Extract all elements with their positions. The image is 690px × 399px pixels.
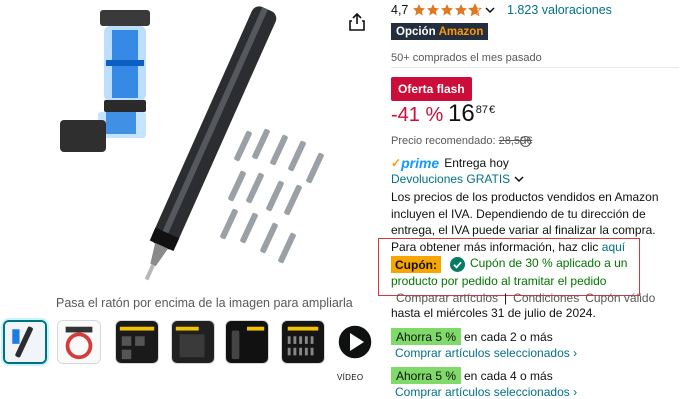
bought-last-month: 50+ comprados el mes pasado (391, 52, 542, 64)
screwdriver-image (60, 6, 324, 281)
save-badge-2: Ahorra 5 % (391, 367, 462, 384)
prime-check-icon: ✓ (391, 156, 402, 170)
thumbnail-4[interactable] (171, 320, 215, 364)
thumbnail-6[interactable] (281, 320, 325, 364)
divider (391, 67, 679, 68)
discount-percent: -41 % (391, 104, 444, 126)
video-thumbnail[interactable] (333, 320, 377, 364)
free-returns-link[interactable]: Devoluciones GRATIS (391, 172, 524, 186)
save-desc-1: en cada 2 o más (464, 330, 553, 344)
conditions-link[interactable]: Condiciones (513, 291, 579, 305)
prime-delivery: ✓ prime Entrega hoy (391, 155, 509, 171)
zoom-hint: Pasa el ratón por encima de la imagen pa… (56, 296, 353, 310)
star-icon (413, 4, 426, 16)
ratings-count-link[interactable]: 1.823 valoraciones (507, 3, 612, 17)
thumbnail-1[interactable] (3, 320, 47, 364)
save-badge-1: Ahorra 5 % (391, 328, 462, 345)
separator: | (504, 291, 508, 305)
rating-value: 4,7 (391, 3, 409, 17)
coupon-checked-icon[interactable] (450, 257, 465, 272)
flash-deal-badge: Oferta flash (391, 77, 472, 101)
shop-selected-items-link-2[interactable]: Comprar artículos seleccionados › (395, 385, 577, 399)
coupon-terms: Comparar artículos | Condiciones Cupón v… (396, 291, 655, 305)
chevron-down-icon (514, 173, 524, 185)
price-integer: 16 (448, 100, 475, 127)
coupon-valid-until: hasta el miércoles 31 de julio de 2024. (391, 306, 596, 320)
chevron-down-icon[interactable] (485, 4, 495, 16)
star-icon (455, 4, 468, 16)
price-decimal: 87 (475, 104, 488, 116)
price: 16 87 € (448, 102, 495, 126)
returns-label: Devoluciones GRATIS (391, 172, 511, 186)
thumbnail-3[interactable] (115, 320, 159, 364)
badge-brand: Amazon (438, 25, 484, 38)
star-icon (441, 4, 454, 16)
video-label: VÍDEO (337, 373, 364, 382)
recommended-price: Precio recomendado: 28,59€ (391, 135, 532, 147)
thumbnail-5[interactable] (225, 320, 269, 364)
shop-selected-items-link-1[interactable]: Comprar artículos seleccionados › (395, 346, 577, 360)
recommended-label: Precio recomendado: (391, 135, 496, 147)
star-icon (427, 4, 440, 16)
amazon-choice-badge: Opción Amazon (391, 23, 489, 40)
star-half-icon (468, 3, 483, 17)
compare-items-link[interactable]: Comparar artículos (396, 291, 498, 305)
info-icon[interactable]: i (520, 136, 531, 147)
price-currency: € (488, 104, 496, 116)
coupon-text-line2: producto por pedido al tramitar el pedid… (391, 274, 607, 288)
save-desc-2: en cada 4 o más (464, 369, 553, 383)
play-icon (337, 324, 373, 360)
product-image[interactable] (40, 0, 340, 290)
prime-logo: prime (401, 155, 440, 171)
coupon-label: Cupón: (391, 256, 441, 273)
rating-summary[interactable]: 4,7 (391, 3, 495, 17)
star-rating (412, 3, 483, 17)
badge-prefix: Opción (396, 25, 436, 38)
coupon-text-line1: Cupón de 30 % aplicado a un (470, 256, 628, 270)
delivery-text: Entrega hoy (444, 156, 509, 170)
thumbnail-2[interactable] (57, 320, 101, 364)
coupon-valid-text: Cupón válido (585, 291, 656, 305)
share-icon[interactable] (348, 12, 366, 32)
